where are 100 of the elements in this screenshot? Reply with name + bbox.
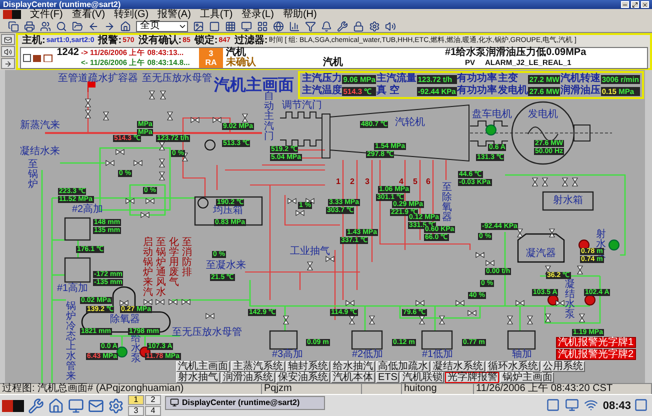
mail-icon (4, 36, 12, 44)
summary-label: 报警: (98, 35, 122, 47)
window-title: DisplayCenter (runtime@sart2) (3, 0, 121, 9)
task-button[interactable]: DisplayCenter (runtime@sart2) (165, 396, 325, 410)
alarm-group: 汽机 (323, 58, 445, 68)
layout-icon[interactable] (257, 20, 268, 32)
users-icon[interactable] (40, 20, 51, 32)
alarm-area: 汽机 (226, 48, 323, 58)
settings-icon[interactable] (369, 20, 380, 32)
summary-label: 过滤器: (234, 35, 268, 46)
valve-icon (166, 112, 174, 120)
diagram-label: 至无压放水母管 (172, 328, 242, 338)
menu-item[interactable]: 查看(V) (72, 9, 106, 20)
menu-item[interactable]: 文件(F) (30, 9, 63, 20)
nav-button[interactable]: 汽机本体 (331, 372, 375, 383)
menu-item[interactable]: 登录(L) (242, 9, 274, 20)
monitor-icon (170, 398, 179, 407)
menu-item[interactable]: 报警(A) (158, 9, 191, 20)
wrench-icon[interactable] (28, 398, 44, 414)
rotor-outline (280, 112, 322, 146)
square-icon[interactable] (209, 20, 220, 32)
nav-button[interactable]: 汽机主画面 (176, 361, 230, 372)
valve-icon (576, 266, 584, 274)
nav-button[interactable]: 轴封系统 (286, 361, 330, 372)
square-icon[interactable] (634, 398, 650, 414)
monitor-icon[interactable] (564, 398, 581, 414)
menu-item[interactable]: 工具(T) (200, 9, 233, 20)
nav-button[interactable]: 保安油系统 (276, 372, 330, 383)
grid-icon[interactable] (225, 20, 236, 32)
wrench-icon[interactable] (337, 20, 348, 32)
valve-icon (438, 316, 446, 324)
nav-button[interactable]: 汽机联锁 (400, 372, 444, 383)
diagram-label: 汽轮机 (395, 118, 425, 128)
workspace-button[interactable]: 3 (128, 406, 144, 416)
copy-icon[interactable] (8, 20, 19, 32)
pump-icon (116, 346, 128, 358)
mail-icon[interactable] (88, 398, 104, 414)
diagram-label: 至无压放水母管 (142, 74, 212, 84)
nav-button[interactable]: 锅炉主画面 (500, 372, 554, 383)
printer-icon[interactable] (24, 20, 35, 32)
diagram-label: 锅炉冷态上水管来 (66, 302, 76, 382)
maximize-button[interactable] (631, 1, 639, 8)
summary-label: 真 空 (376, 85, 400, 97)
settings-icon[interactable] (108, 398, 124, 414)
back-arrow-icon[interactable] (88, 20, 99, 32)
globe-icon[interactable] (273, 20, 284, 32)
monitor-icon[interactable] (241, 20, 252, 32)
nav-button[interactable]: 润滑油系统 (221, 372, 275, 383)
logo-icon[interactable] (2, 400, 24, 412)
workspace-button[interactable]: 4 (145, 406, 161, 416)
side-tool-button[interactable] (1, 34, 15, 45)
vessel-box (351, 330, 383, 350)
diagram-label: 除氧器 (110, 315, 140, 325)
folder-icon[interactable] (72, 20, 83, 32)
condenser-outline (517, 233, 565, 263)
bar-chart-icon[interactable] (289, 20, 300, 32)
nav-button[interactable]: ETS (376, 372, 400, 383)
extraction-number: 6 (426, 178, 430, 186)
home-icon[interactable] (48, 398, 64, 414)
valve-icon (326, 256, 334, 262)
page-select[interactable]: 全页 (136, 20, 188, 32)
nav-button[interactable]: 凝结水系统 (431, 361, 485, 372)
lock-icon[interactable] (353, 20, 364, 32)
nav-button[interactable]: 光字牌报警 (445, 372, 500, 383)
valve-icon (516, 228, 524, 238)
filter-icon[interactable] (305, 20, 316, 32)
menu-item[interactable]: 帮助(H) (282, 9, 317, 20)
close-button[interactable] (641, 1, 649, 8)
valve-icon (102, 112, 110, 120)
turning-motor-icon (486, 124, 496, 136)
vessel-box (507, 330, 536, 350)
alarm-panel-button[interactable]: 汽机报警光字牌2 (556, 349, 636, 360)
workspace-button[interactable]: 2 (145, 395, 161, 405)
summary-label: 有功功率 (457, 85, 498, 97)
clock: 08:43 (602, 400, 631, 412)
side-tool-button[interactable] (1, 46, 15, 57)
workspace-button[interactable]: 1 (128, 395, 144, 405)
nav-button[interactable]: 循环水系统 (486, 361, 540, 372)
nav-button[interactable]: 射水抽气 (176, 372, 220, 383)
side-tool-button[interactable] (1, 58, 15, 69)
minimize-button[interactable] (621, 1, 629, 8)
bell-icon[interactable] (321, 20, 332, 32)
nav-button[interactable]: 高低加疏水 (376, 361, 430, 372)
nav-button[interactable]: 给水抽汽 (331, 361, 375, 372)
image-icon[interactable] (193, 20, 204, 32)
alarm-checkbox[interactable] (23, 54, 31, 62)
search-icon[interactable] (56, 20, 67, 32)
nav-button[interactable]: 公用系统 (541, 361, 585, 372)
square-icon[interactable] (546, 398, 562, 414)
pump-icon (608, 240, 620, 250)
nav-button[interactable]: 主蒸汽系统 (231, 361, 285, 372)
forward-arrow-icon[interactable] (104, 20, 115, 32)
logo-icon (3, 10, 21, 19)
alarm-panel-button[interactable]: 汽机报警光字牌1 (556, 337, 636, 348)
home-icon[interactable] (120, 20, 131, 32)
valve-icon (368, 316, 376, 324)
speaker-icon[interactable] (385, 20, 396, 32)
monitor-icon[interactable] (68, 398, 84, 414)
menu-item[interactable]: 转到(G) (114, 9, 149, 20)
summary-label: 锁定: (194, 35, 218, 47)
